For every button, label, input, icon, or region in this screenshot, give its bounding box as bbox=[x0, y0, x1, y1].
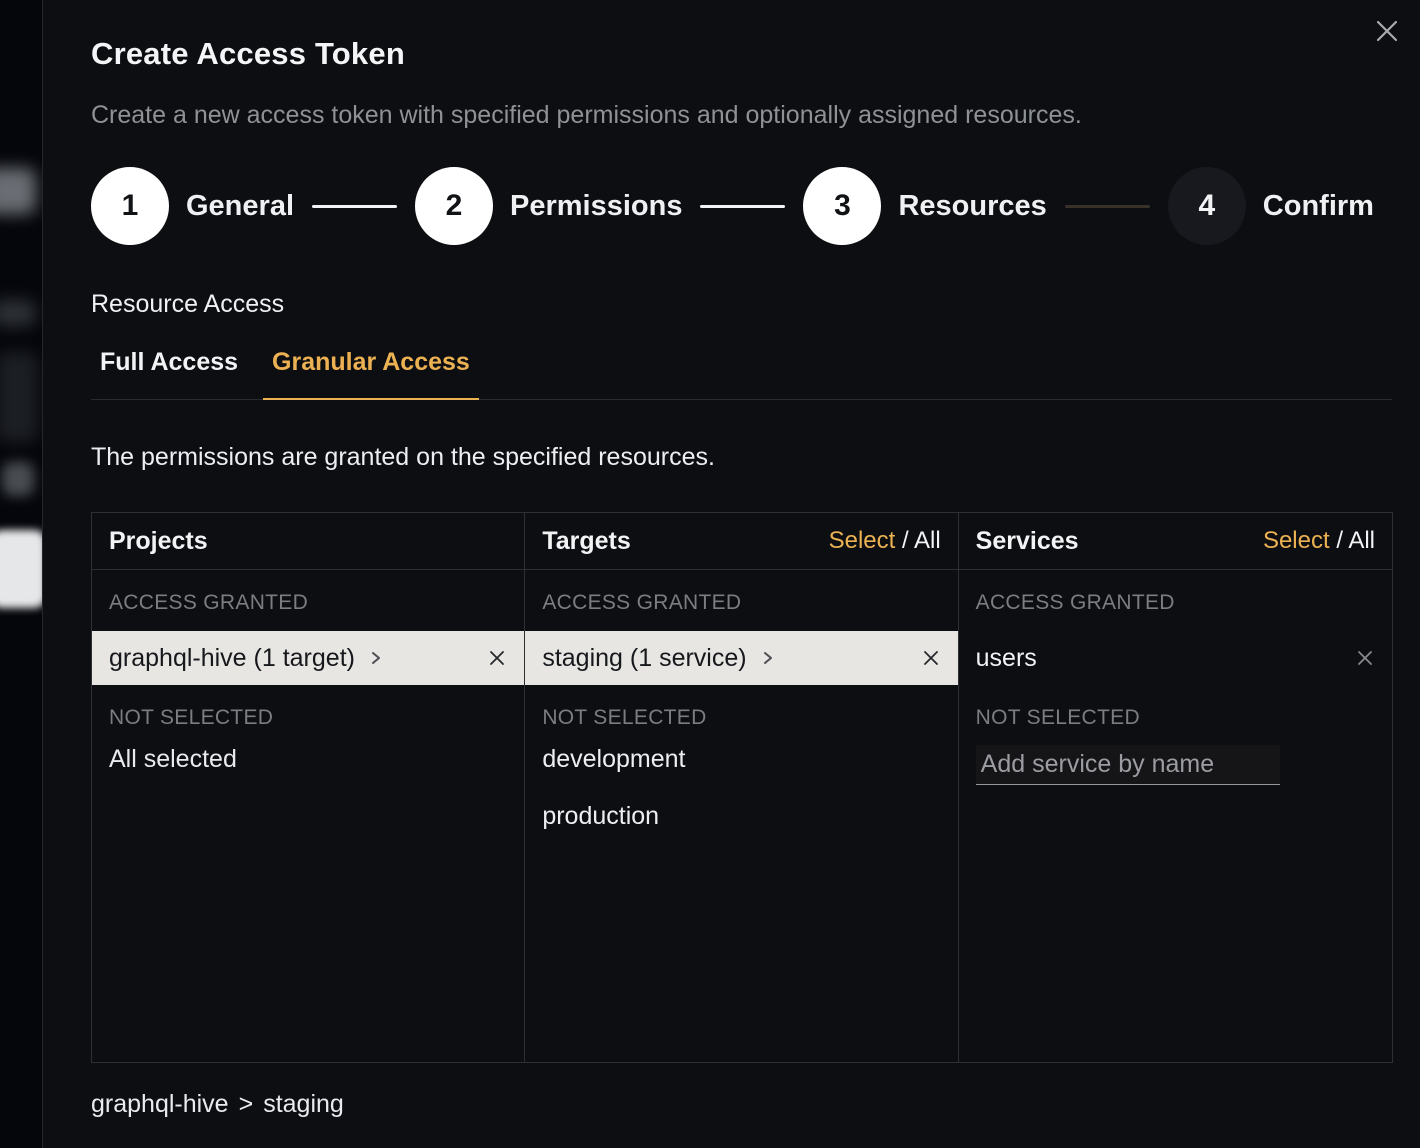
tab-full-access[interactable]: Full Access bbox=[91, 348, 247, 400]
step-permissions[interactable]: 2 Permissions bbox=[415, 167, 682, 245]
breadcrumb: graphql-hive > staging bbox=[91, 1090, 1392, 1119]
granted-project-label: graphql-hive (1 target) bbox=[109, 644, 355, 673]
not-selected-label: NOT SELECTED bbox=[109, 706, 507, 730]
targets-all-link[interactable]: All bbox=[914, 527, 941, 554]
column-title: Targets bbox=[542, 527, 630, 556]
step-confirm[interactable]: 4 Confirm bbox=[1168, 167, 1374, 245]
services-select-link[interactable]: Select bbox=[1263, 527, 1330, 554]
background-blur-artifact bbox=[2, 462, 34, 496]
services-column: Services Select / All ACCESS GRANTED use… bbox=[959, 513, 1392, 1062]
page-title: Create Access Token bbox=[91, 36, 1392, 72]
granted-service-row: users bbox=[959, 631, 1392, 685]
granted-service-label: users bbox=[976, 644, 1037, 673]
remove-project-icon[interactable] bbox=[487, 648, 507, 668]
breadcrumb-target: staging bbox=[263, 1090, 344, 1118]
step-connector bbox=[1065, 205, 1150, 208]
step-general[interactable]: 1 General bbox=[91, 167, 294, 245]
projects-column-header: Projects bbox=[92, 513, 524, 570]
step-number: 3 bbox=[803, 167, 881, 245]
chevron-right-icon bbox=[761, 649, 775, 667]
remove-service-icon[interactable] bbox=[1355, 648, 1375, 668]
dialog-description: Create a new access token with specified… bbox=[91, 101, 1392, 130]
granted-target-label: staging (1 service) bbox=[542, 644, 746, 673]
targets-column: Targets Select / All ACCESS GRANTED stag… bbox=[525, 513, 958, 1062]
step-number: 2 bbox=[415, 167, 493, 245]
services-select-all: Select / All bbox=[1263, 527, 1375, 555]
access-granted-label: ACCESS GRANTED bbox=[109, 591, 507, 615]
access-granted-label: ACCESS GRANTED bbox=[542, 591, 940, 615]
create-access-token-dialog: Create Access Token Create a new access … bbox=[42, 0, 1420, 1148]
background-blur-artifact bbox=[0, 352, 38, 442]
access-tabs: Full Access Granular Access bbox=[91, 348, 1392, 400]
targets-column-header: Targets Select / All bbox=[525, 513, 957, 570]
access-granted-label: ACCESS GRANTED bbox=[976, 591, 1375, 615]
targets-select-link[interactable]: Select bbox=[829, 527, 896, 554]
services-all-link[interactable]: All bbox=[1348, 527, 1375, 554]
target-option-development[interactable]: development bbox=[525, 730, 957, 787]
background-blur-artifact bbox=[0, 300, 36, 326]
step-resources[interactable]: 3 Resources bbox=[803, 167, 1046, 245]
background-blur-artifact bbox=[0, 530, 46, 608]
breadcrumb-separator: > bbox=[239, 1090, 254, 1118]
not-selected-label: NOT SELECTED bbox=[542, 706, 940, 730]
background-blur-artifact bbox=[0, 168, 36, 214]
step-label: Confirm bbox=[1263, 190, 1374, 223]
resource-selector-table: Projects ACCESS GRANTED graphql-hive (1 … bbox=[91, 512, 1393, 1063]
step-label: General bbox=[186, 190, 294, 223]
not-selected-label: NOT SELECTED bbox=[976, 706, 1375, 730]
step-number: 1 bbox=[91, 167, 169, 245]
stepper: 1 General 2 Permissions 3 Resources 4 Co… bbox=[91, 167, 1392, 245]
permissions-note: The permissions are granted on the speci… bbox=[91, 443, 1392, 472]
step-connector bbox=[312, 205, 397, 208]
column-title: Projects bbox=[109, 527, 208, 556]
granted-target-row[interactable]: staging (1 service) bbox=[525, 631, 957, 685]
targets-select-all: Select / All bbox=[829, 527, 941, 555]
services-column-header: Services Select / All bbox=[959, 513, 1392, 570]
add-service-input[interactable] bbox=[976, 745, 1280, 785]
chevron-right-icon bbox=[369, 649, 383, 667]
slash-separator: / bbox=[1336, 527, 1343, 554]
remove-target-icon[interactable] bbox=[921, 648, 941, 668]
step-label: Resources bbox=[898, 190, 1046, 223]
close-icon[interactable] bbox=[1372, 16, 1402, 46]
projects-column: Projects ACCESS GRANTED graphql-hive (1 … bbox=[92, 513, 525, 1062]
tab-granular-access[interactable]: Granular Access bbox=[263, 348, 479, 400]
step-number: 4 bbox=[1168, 167, 1246, 245]
resource-access-heading: Resource Access bbox=[91, 290, 1392, 319]
all-selected-note: All selected bbox=[92, 730, 524, 787]
column-title: Services bbox=[976, 527, 1079, 556]
slash-separator: / bbox=[902, 527, 909, 554]
step-label: Permissions bbox=[510, 190, 682, 223]
step-connector bbox=[700, 205, 785, 208]
breadcrumb-project: graphql-hive bbox=[91, 1090, 229, 1118]
granted-project-row[interactable]: graphql-hive (1 target) bbox=[92, 631, 524, 685]
target-option-production[interactable]: production bbox=[525, 787, 957, 844]
